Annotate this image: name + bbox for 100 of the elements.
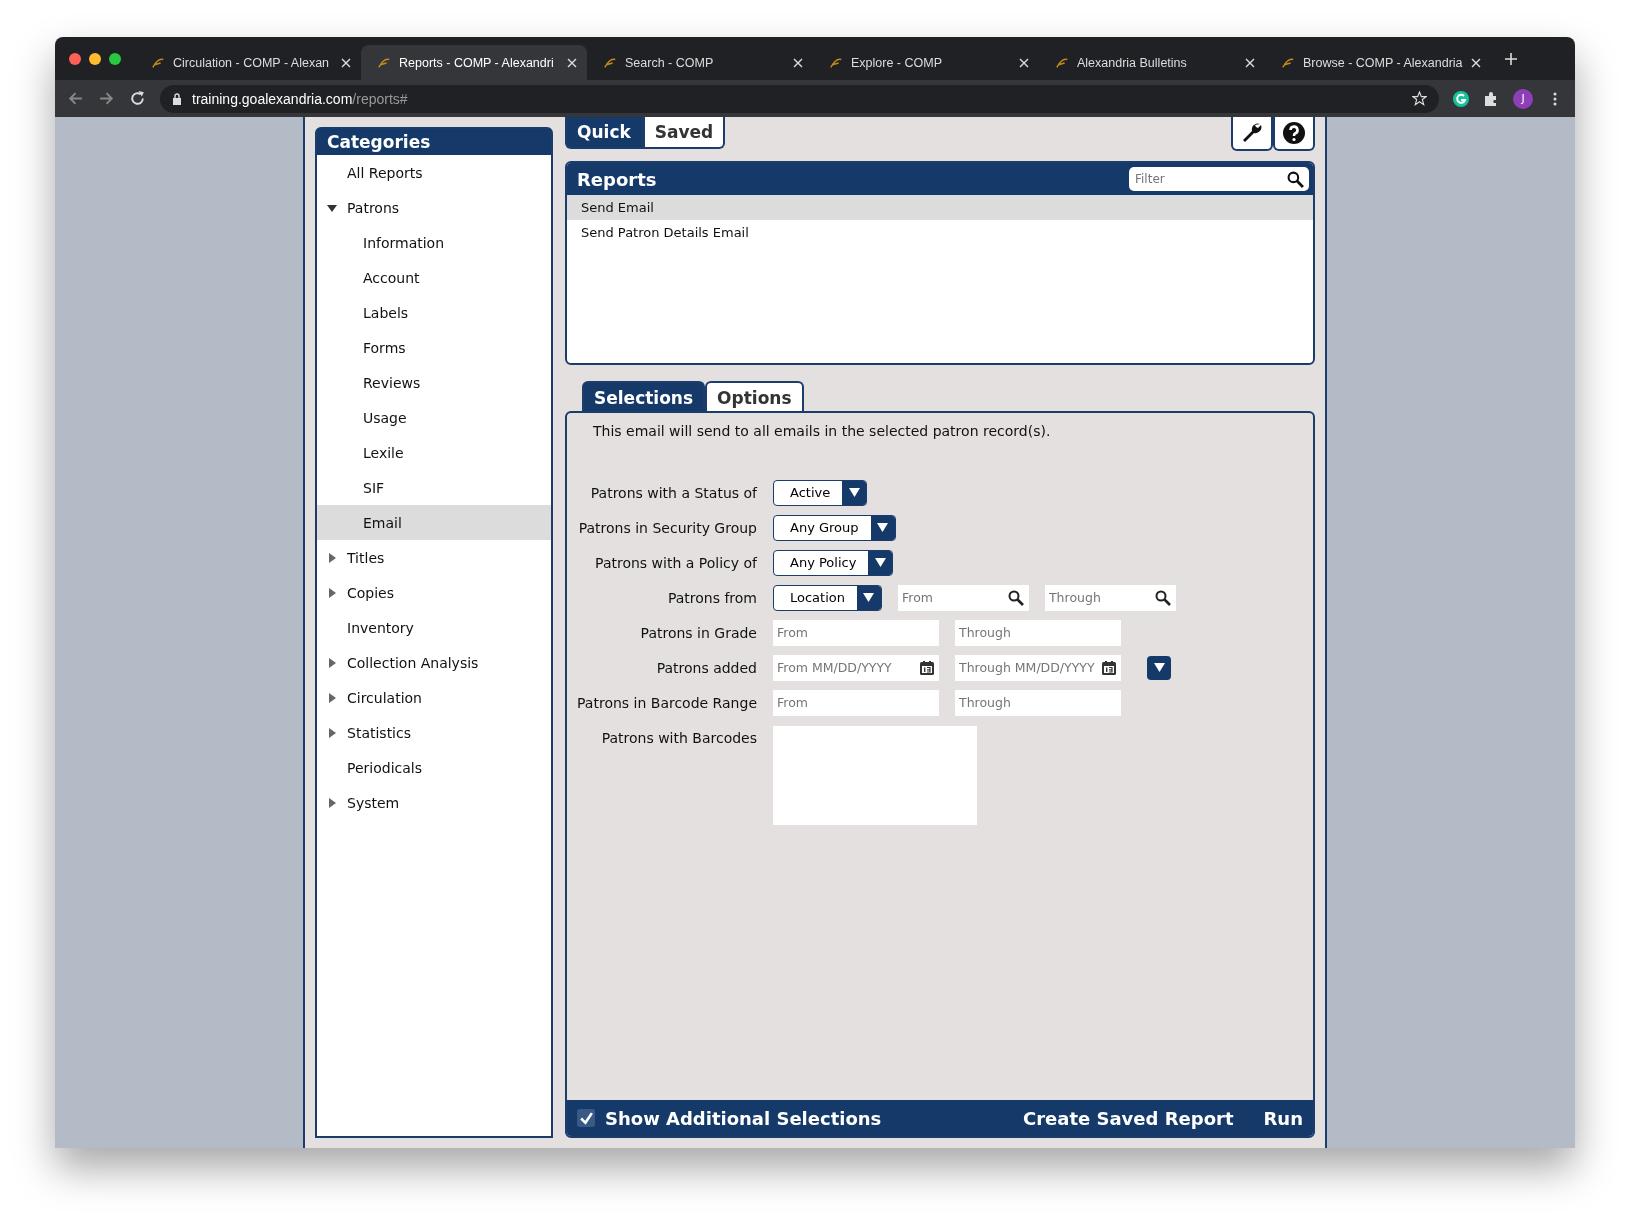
category-item[interactable]: Inventory (317, 610, 551, 645)
category-item[interactable]: Statistics (317, 715, 551, 750)
collapsed-arrow-icon[interactable] (327, 727, 337, 738)
category-item[interactable]: Collection Analysis (317, 645, 551, 680)
category-item[interactable]: Periodicals (317, 750, 551, 785)
caret-icon (848, 487, 860, 498)
action-link[interactable]: Create Saved Report (1022, 1107, 1234, 1129)
settings-button[interactable] (1231, 117, 1273, 151)
browser-tab[interactable]: Explore - COMP (813, 45, 1039, 80)
input-field[interactable]: Through (955, 619, 1121, 646)
minimize-light[interactable] (89, 52, 101, 65)
date-field[interactable]: Through MM/DD/YYYY (955, 654, 1121, 681)
lock-icon (172, 92, 182, 105)
browser-tab[interactable]: Browse - COMP - Alexandria (1265, 45, 1491, 80)
checkbox[interactable] (577, 1109, 595, 1127)
filter-field[interactable]: Filter (1129, 167, 1309, 191)
panel-tab[interactable]: Selections (582, 381, 706, 411)
search-icon (1008, 589, 1024, 606)
report-item[interactable]: Send Email (567, 195, 1313, 220)
zoom-light[interactable] (109, 52, 121, 65)
panel-title: Reports (577, 168, 657, 190)
dropdown[interactable]: Location (773, 584, 882, 611)
collapsed-arrow-icon[interactable] (327, 797, 337, 808)
dropdown[interactable]: Any Policy (773, 549, 894, 576)
field-label: Patrons in Grade (639, 624, 757, 641)
address-bar[interactable]: training.goalexandria.com/reports# (160, 84, 1439, 113)
dropdown[interactable]: Any Group (773, 514, 896, 541)
category-item[interactable]: Copies (317, 575, 551, 610)
report-item[interactable]: Send Patron Details Email (567, 220, 1313, 245)
category-item[interactable]: Forms (317, 330, 551, 365)
category-item[interactable]: Titles (317, 540, 551, 575)
close-icon[interactable] (341, 57, 351, 68)
lookup-field[interactable]: Through (1045, 584, 1176, 611)
category-item[interactable]: Circulation (317, 680, 551, 715)
category-item[interactable]: Account (317, 260, 551, 295)
panel-tab[interactable]: Options (705, 381, 804, 411)
close-icon[interactable] (567, 57, 577, 68)
browser-tab[interactable]: Reports - COMP - Alexandri (361, 45, 587, 80)
caret-icon (1153, 662, 1165, 673)
close-icon[interactable] (1019, 57, 1029, 68)
input-field[interactable]: Through (955, 689, 1121, 716)
collapsed-arrow-icon[interactable] (327, 587, 337, 598)
browser-tab[interactable]: Circulation - COMP - Alexan (135, 45, 361, 80)
field-label: Patrons in Barcode Range (577, 694, 757, 711)
field-label: Patrons with Barcodes (600, 729, 757, 746)
options-dropdown-button[interactable] (1147, 655, 1171, 680)
category-item[interactable]: All Reports (317, 155, 551, 190)
expanded-arrow-icon[interactable] (327, 202, 337, 213)
checkbox-label[interactable]: Show Additional Selections (605, 1107, 882, 1129)
caret-icon (874, 557, 886, 568)
collapsed-arrow-icon[interactable] (327, 552, 337, 563)
date-field[interactable]: From MM/DD/YYYY (773, 654, 939, 681)
mode-tab[interactable]: Saved (642, 117, 726, 149)
close-light[interactable] (69, 52, 81, 65)
field-label: Patrons from (666, 589, 757, 606)
browser-tab[interactable]: Alexandria Bulletins (1039, 45, 1265, 80)
forward-icon[interactable] (98, 90, 115, 107)
action-link[interactable]: Run (1263, 1107, 1303, 1129)
grammar-extension-icon[interactable] (1453, 90, 1469, 107)
lookup-field[interactable]: From (898, 584, 1029, 611)
close-icon[interactable] (1245, 57, 1255, 68)
mode-tab[interactable]: Quick (565, 117, 643, 149)
close-icon[interactable] (793, 57, 803, 68)
field-label: Patrons with a Policy of (594, 554, 757, 571)
url-text: training.goalexandria.com/reports# (192, 90, 409, 107)
dropdown[interactable]: Active (773, 479, 868, 506)
collapsed-arrow-icon[interactable] (327, 657, 337, 668)
field-label: Patrons added (655, 659, 757, 676)
caret-icon (877, 522, 889, 533)
category-item[interactable]: Usage (317, 400, 551, 435)
back-icon[interactable] (67, 90, 84, 107)
search-icon (1287, 171, 1304, 188)
barcodes-field[interactable] (773, 726, 977, 825)
new-tab-icon[interactable] (1505, 52, 1517, 65)
checkmark-icon (578, 1110, 594, 1126)
close-icon[interactable] (1471, 57, 1481, 68)
collapsed-arrow-icon[interactable] (327, 692, 337, 703)
category-item[interactable]: Patrons (317, 190, 551, 225)
category-item[interactable]: Reviews (317, 365, 551, 400)
reload-icon[interactable] (129, 90, 146, 107)
input-field[interactable]: From (773, 619, 939, 646)
category-item[interactable]: Email (317, 505, 551, 540)
description-text: This email will send to all emails in the selected patron record(s). (593, 423, 1052, 439)
help-button[interactable] (1273, 117, 1315, 151)
input-field[interactable]: From (773, 689, 939, 716)
category-item[interactable]: Lexile (317, 435, 551, 470)
profile-avatar[interactable]: J (1513, 88, 1533, 109)
caret-icon (863, 592, 875, 603)
field-label: Patrons in Security Group (577, 519, 757, 536)
browser-tab[interactable]: Search - COMP (587, 45, 813, 80)
search-icon (1155, 589, 1171, 606)
category-item[interactable]: Labels (317, 295, 551, 330)
panel-title: Categories (317, 129, 551, 155)
category-item[interactable]: SIF (317, 470, 551, 505)
puzzle-icon[interactable] (1483, 90, 1499, 107)
category-item[interactable]: System (317, 785, 551, 820)
star-icon[interactable] (1412, 91, 1427, 106)
help-icon (1282, 121, 1306, 145)
category-item[interactable]: Information (317, 225, 551, 260)
field-label: Patrons with a Status of (589, 484, 757, 501)
